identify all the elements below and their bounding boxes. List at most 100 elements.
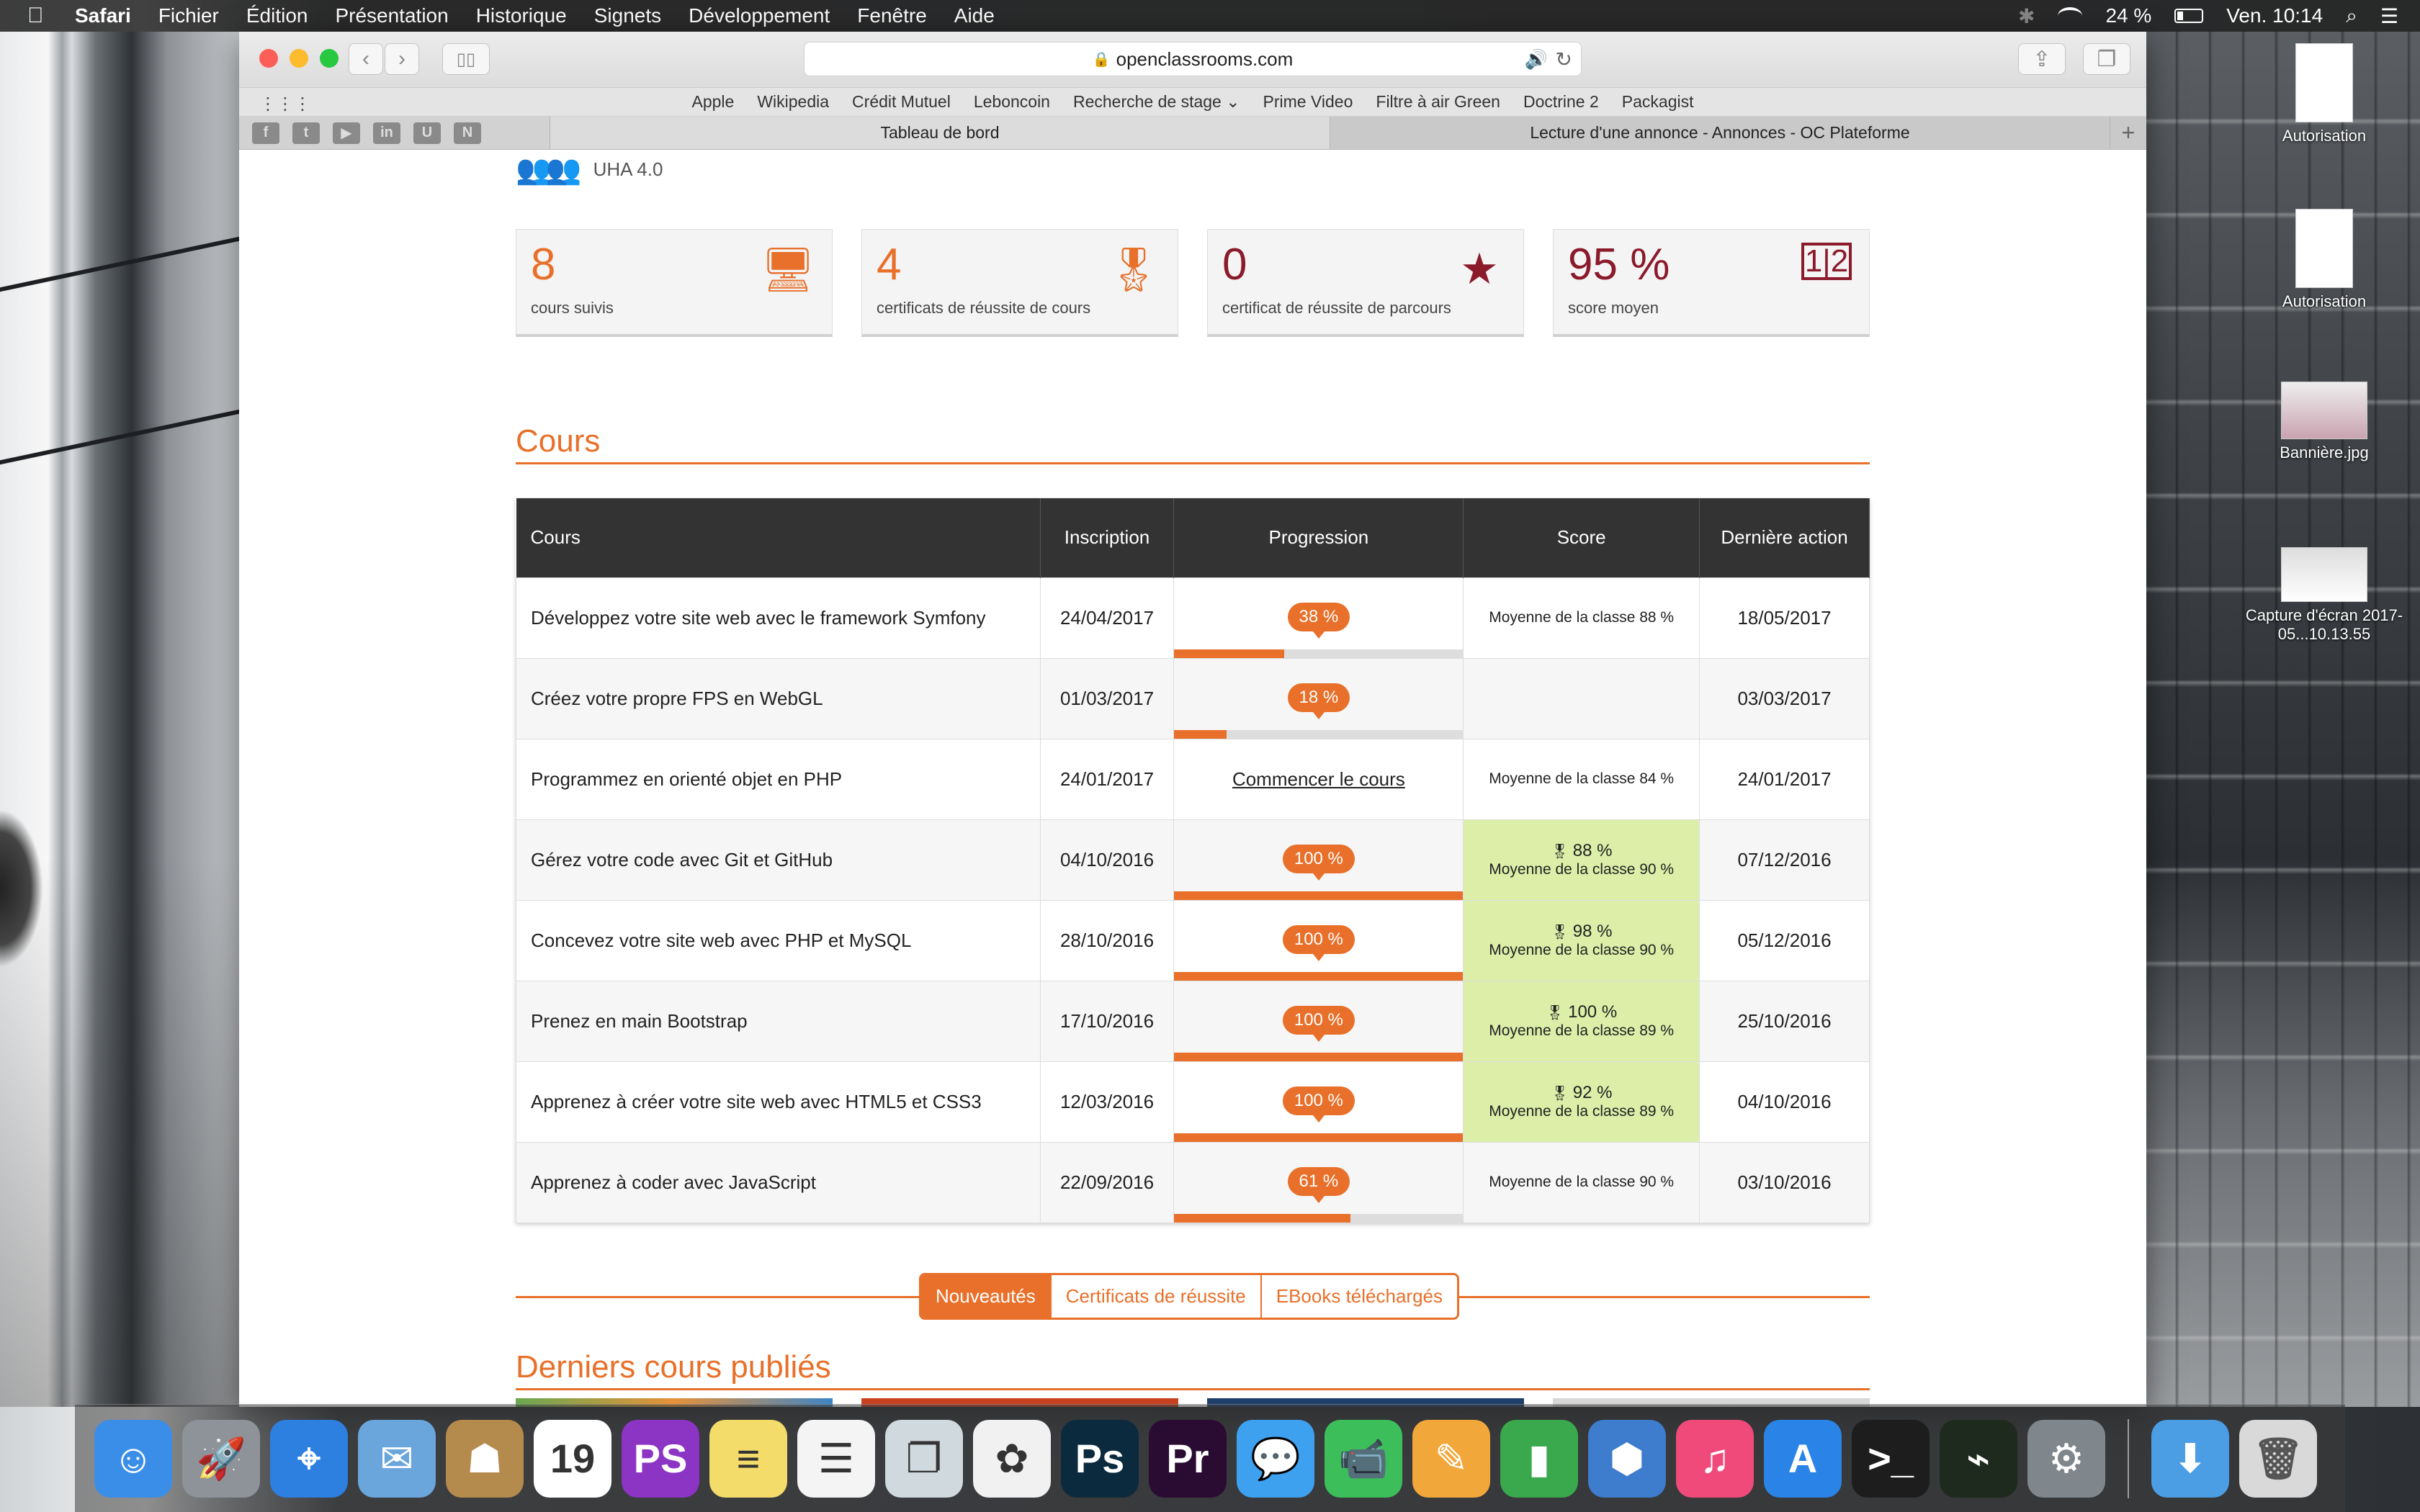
group-label[interactable]: UHA 4.0 <box>593 158 663 181</box>
table-row[interactable]: Gérez votre code avec Git et GitHub 04/10… <box>516 819 1870 901</box>
user-score: 88 % <box>1572 841 1613 860</box>
youtube-icon[interactable]: ▶ <box>333 122 360 144</box>
star-badge-icon: ★ <box>1460 245 1499 293</box>
tabs-overview-button[interactable]: ❐ <box>2083 43 2130 75</box>
messages-icon[interactable]: 💬 <box>1237 1419 1314 1498</box>
minimize-button[interactable] <box>290 49 308 68</box>
course-title-link[interactable]: Apprenez à créer votre site web avec HTM… <box>516 1061 1041 1143</box>
course-title-link[interactable]: Gérez votre code avec Git et GitHub <box>516 819 1041 901</box>
menu-aide[interactable]: Aide <box>954 4 995 27</box>
favorite-link[interactable]: Crédit Mutuel <box>852 92 951 112</box>
wifi-icon[interactable] <box>2058 7 2083 24</box>
trash-icon[interactable]: 🗑 <box>2239 1419 2317 1498</box>
linkedin-icon[interactable]: in <box>373 122 400 144</box>
table-row[interactable]: Prenez en main Bootstrap 17/10/2016 100 % 🎖… <box>516 980 1870 1062</box>
table-row[interactable]: Apprenez à créer votre site web avec HTM… <box>516 1061 1870 1143</box>
desktop-file-autorisation-2[interactable]: Autorisation <box>2234 209 2414 311</box>
favorite-link[interactable]: Wikipedia <box>757 92 829 112</box>
launchpad-icon[interactable]: 🚀 <box>182 1419 260 1498</box>
menu-edition[interactable]: Édition <box>246 4 308 27</box>
favorite-link[interactable]: Leboncoin <box>974 92 1050 112</box>
notes-icon[interactable]: ≡ <box>709 1419 787 1498</box>
tab-nouveautes[interactable]: Nouveautés <box>921 1275 1052 1318</box>
netflix-icon[interactable]: N <box>454 122 481 144</box>
mail-icon[interactable]: ✉ <box>358 1419 436 1498</box>
tab-certificats[interactable]: Certificats de réussite <box>1051 1275 1262 1318</box>
course-title-link[interactable]: Prenez en main Bootstrap <box>516 980 1041 1062</box>
course-title-link[interactable]: Programmez en orienté objet en PHP <box>516 738 1041 820</box>
preview-icon[interactable]: ❐ <box>885 1419 963 1498</box>
reminders-icon[interactable]: ☰ <box>797 1419 875 1498</box>
back-button[interactable]: ‹ <box>349 43 383 75</box>
forward-button[interactable]: › <box>385 43 419 75</box>
zoom-button[interactable] <box>320 49 339 68</box>
table-row[interactable]: Créez votre propre FPS en WebGL 01/03/201… <box>516 657 1870 739</box>
menu-app-name[interactable]: Safari <box>75 4 131 27</box>
contacts-icon[interactable]: ☗ <box>446 1419 524 1498</box>
menu-historique[interactable]: Historique <box>476 4 567 27</box>
favorite-link[interactable]: Filtre à air Green <box>1376 92 1500 112</box>
battery-icon[interactable] <box>2174 9 2204 23</box>
grid-icon[interactable]: ⋮⋮⋮ <box>259 94 311 114</box>
favorite-link[interactable]: Packagist <box>1622 92 1694 112</box>
premiere-icon[interactable]: Pr <box>1149 1419 1227 1498</box>
phpstorm-icon[interactable]: PS <box>622 1419 699 1498</box>
desktop-file-banniere[interactable]: Bannière.jpg <box>2234 382 2414 462</box>
notification-center-icon[interactable]: ☰ <box>2380 4 2398 28</box>
twitter-icon[interactable]: t <box>292 122 320 144</box>
menu-fichier[interactable]: Fichier <box>158 4 219 27</box>
course-title-link[interactable]: Créez votre propre FPS en WebGL <box>516 657 1041 739</box>
photos-icon[interactable]: ✿ <box>973 1419 1051 1498</box>
start-course-link[interactable]: Commencer le cours <box>1232 768 1405 790</box>
favorite-link[interactable]: Prime Video <box>1263 92 1353 112</box>
course-title-link[interactable]: Apprenez à coder avec JavaScript <box>516 1141 1041 1223</box>
udemy-icon[interactable]: U <box>413 122 441 144</box>
menu-fenetre[interactable]: Fenêtre <box>857 4 927 27</box>
pages-icon[interactable]: ✎ <box>1412 1419 1490 1498</box>
clock[interactable]: Ven. 10:14 <box>2226 4 2323 27</box>
desktop-file-capture[interactable]: Capture d'écran 2017-05...10.13.55 <box>2234 547 2414 644</box>
photoshop-icon[interactable]: Ps <box>1061 1419 1139 1498</box>
favorite-link[interactable]: Apple <box>692 92 735 112</box>
table-row[interactable]: Développez votre site web avec le framew… <box>516 577 1870 659</box>
favorite-folder[interactable]: Recherche de stage ⌄ <box>1073 92 1240 112</box>
menu-developpement[interactable]: Développement <box>689 4 830 27</box>
downloads-icon[interactable]: ⬇ <box>2151 1419 2229 1498</box>
table-row[interactable]: Apprenez à coder avec JavaScript 22/09/20… <box>516 1141 1870 1223</box>
facebook-icon[interactable]: f <box>252 122 279 144</box>
desktop-file-autorisation-1[interactable]: Autorisation <box>2234 43 2414 145</box>
close-button[interactable] <box>259 49 278 68</box>
keynote-icon[interactable]: ⬢ <box>1588 1419 1666 1498</box>
course-title-link[interactable]: Concevez votre site web avec PHP et MySQ… <box>516 899 1041 981</box>
appstore-icon[interactable]: A <box>1764 1419 1842 1498</box>
numbers-icon[interactable]: ▮ <box>1500 1419 1578 1498</box>
finder-icon[interactable]: ☺ <box>94 1419 172 1498</box>
table-row[interactable]: Concevez votre site web avec PHP et MySQ… <box>516 899 1870 981</box>
favorite-link[interactable]: Doctrine 2 <box>1523 92 1599 112</box>
desktop-file-label: Autorisation <box>2282 292 2367 310</box>
tab-ebooks[interactable]: EBooks téléchargés <box>1261 1275 1457 1318</box>
tab-tableau-de-bord[interactable]: Tableau de bord <box>550 117 1330 149</box>
spotlight-icon[interactable]: ⌕ <box>2346 4 2357 28</box>
system-preferences-icon[interactable]: ⚙ <box>2027 1419 2105 1498</box>
course-title-link[interactable]: Développez votre site web avec le framew… <box>516 577 1041 659</box>
audio-playing-icon[interactable]: 🔊 <box>1525 48 1548 71</box>
itunes-icon[interactable]: ♫ <box>1676 1419 1754 1498</box>
tab-lecture-annonce[interactable]: Lecture d'une annonce - Annonces - OC Pl… <box>1330 117 2110 149</box>
table-row[interactable]: Programmez en orienté objet en PHP 24/01/… <box>516 738 1870 820</box>
facetime-icon[interactable]: 📹 <box>1325 1419 1402 1498</box>
reload-icon[interactable]: ↻ <box>1556 48 1572 71</box>
bluetooth-icon[interactable]: ✱ <box>2018 4 2035 28</box>
address-bar[interactable]: 🔒 openclassrooms.com 🔊 ↻ <box>804 42 1582 76</box>
new-tab-button[interactable]: + <box>2110 117 2146 149</box>
menu-presentation[interactable]: Présentation <box>335 4 448 27</box>
safari-icon[interactable]: ⌖ <box>270 1419 348 1498</box>
apple-menu-icon[interactable]:  <box>27 4 59 28</box>
terminal-icon[interactable]: >_ <box>1852 1419 1930 1498</box>
battery-percent[interactable]: 24 % <box>2105 4 2151 27</box>
calendar-icon[interactable]: 19 <box>534 1419 611 1498</box>
share-button[interactable]: ⇪ <box>2018 43 2066 75</box>
activity-monitor-icon[interactable]: ⌁ <box>1940 1419 2017 1498</box>
sidebar-button[interactable]: ▯▯ <box>442 43 490 75</box>
menu-signets[interactable]: Signets <box>594 4 661 27</box>
